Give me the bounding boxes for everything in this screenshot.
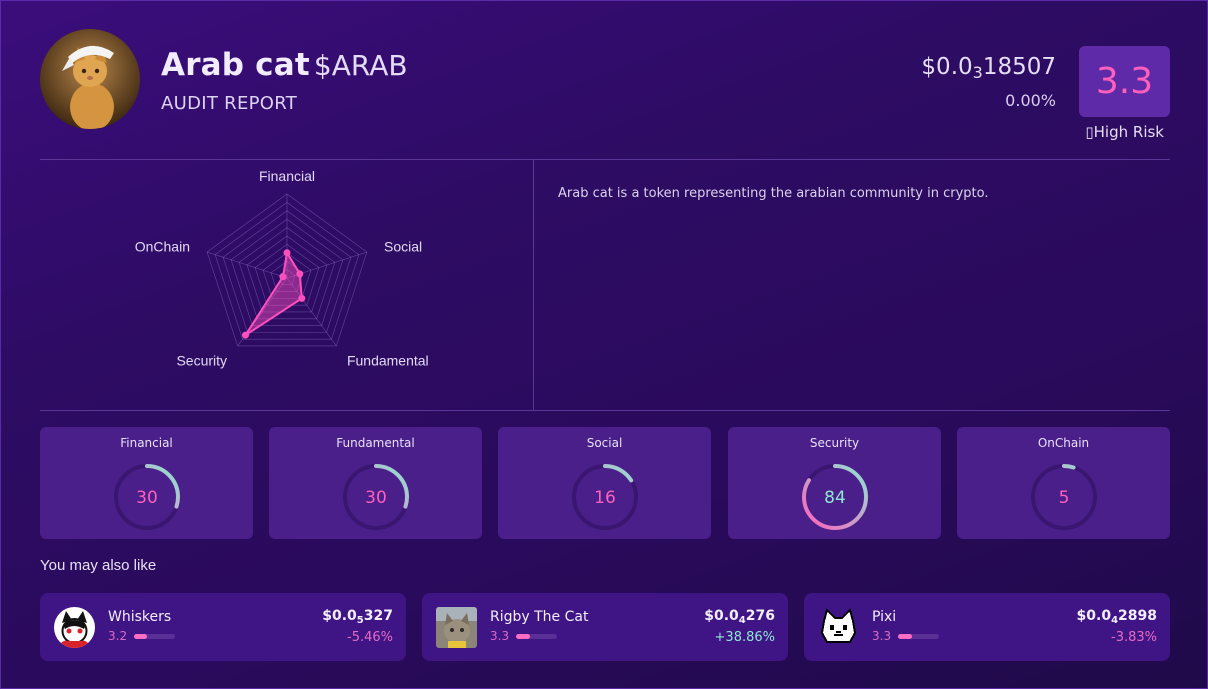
score-gauge: 30 — [343, 464, 409, 530]
radar-axis-label: Social — [384, 238, 422, 254]
recommendation-change: -3.83% — [1111, 630, 1157, 645]
recommendation-name: Pixi — [872, 609, 897, 625]
gauge-value: 5 — [1059, 488, 1070, 508]
radar-axis-label: Fundamental — [347, 353, 429, 369]
score-gauge: 5 — [1031, 464, 1097, 530]
radar-axis-label: Security — [176, 353, 227, 369]
divider — [40, 159, 1170, 160]
token-symbol: $ARAB — [313, 49, 408, 82]
recommendation-score: 3.3 — [490, 629, 510, 643]
recommendation-name: Rigby The Cat — [490, 609, 589, 625]
gauge-value: 16 — [594, 488, 616, 508]
recommendation-score-bar — [516, 634, 557, 639]
risk-label-text: High Risk — [1093, 123, 1164, 141]
recommendation-score-bar-fill — [898, 634, 912, 639]
recommendations-heading: You may also like — [40, 557, 157, 574]
score-card-onchain: OnChain 5 — [957, 427, 1170, 539]
recommendation-score-bar-fill — [134, 634, 148, 639]
overall-score: 3.3 — [1095, 61, 1154, 102]
price-prefix: $0.0 — [921, 54, 973, 80]
token-price: $0.0318507 — [921, 54, 1056, 82]
rigby-token-icon — [436, 607, 477, 648]
price-digits: 327 — [363, 608, 393, 624]
recommendation-name: Whiskers — [108, 609, 172, 625]
recommendation-card-rigby[interactable]: Rigby The Cat 3.3 $0.04276 +38.86% — [422, 593, 788, 661]
overall-score-badge: 3.3 — [1079, 46, 1170, 117]
radar-axis-line — [207, 251, 288, 279]
recommendation-score: 3.2 — [108, 629, 128, 643]
divider — [40, 410, 1170, 411]
score-gauge: 30 — [114, 464, 180, 530]
audit-report-page: Arab cat $ARAB AUDIT REPORT $0.0318507 0.… — [0, 0, 1208, 689]
recommendation-score-bar — [898, 634, 939, 639]
score-card-fundamental: Fundamental 30 — [269, 427, 482, 539]
price-zero-count: 5 — [356, 615, 364, 626]
recommendation-price: $0.05327 — [322, 608, 393, 626]
price-zero-count: 4 — [1111, 615, 1119, 626]
price-prefix: $0.0 — [704, 608, 739, 624]
price-change: 0.00% — [1005, 91, 1056, 110]
recommendation-price: $0.042898 — [1076, 608, 1157, 626]
price-digits: 2898 — [1118, 608, 1157, 624]
radar-data-point — [298, 294, 306, 302]
radar-data-point — [279, 273, 287, 281]
score-card-label: OnChain — [1037, 436, 1090, 450]
score-card-label: Financial — [120, 436, 173, 450]
radar-data-point — [283, 249, 291, 257]
radar-series-area — [244, 249, 303, 336]
token-avatar — [40, 29, 140, 129]
radar-data-point — [242, 331, 250, 339]
gauge-value: 30 — [365, 488, 387, 508]
token-name: Arab cat — [161, 47, 310, 83]
recommendation-score-bar-fill — [516, 634, 530, 639]
radar-axis-label: Financial — [259, 168, 315, 184]
radar-data-point — [296, 270, 304, 278]
score-card-label: Fundamental — [336, 436, 415, 450]
radar-chart: Financial Social Fundamental Security OnChai… — [135, 168, 429, 369]
score-card-label: Security — [809, 436, 860, 450]
risk-icon: ▯ — [1085, 123, 1094, 141]
whiskers-token-icon — [54, 607, 95, 648]
recommendation-card-whiskers[interactable]: Whiskers 3.2 $0.05327 -5.46% — [40, 593, 406, 661]
report-subtitle: AUDIT REPORT — [161, 93, 298, 114]
risk-label: ▯High Risk — [1085, 123, 1164, 141]
price-digits: 18507 — [982, 54, 1056, 80]
score-card-social: Social 16 — [498, 427, 711, 539]
token-description: Arab cat is a token representing the ara… — [558, 186, 989, 201]
recommendation-change: +38.86% — [714, 630, 775, 645]
score-gauge: 16 — [572, 464, 638, 530]
gauge-value: 30 — [136, 488, 158, 508]
recommendation-card-pixi[interactable]: Pixi 3.3 $0.042898 -3.83% — [804, 593, 1170, 661]
score-card-security: Security 84 — [728, 427, 941, 539]
price-zero-count: 4 — [738, 615, 746, 626]
gauge-value: 84 — [824, 488, 846, 508]
radar-axis-label: OnChain — [135, 238, 190, 254]
score-card-financial: Financial 30 — [40, 427, 253, 539]
score-gauge: 84 — [802, 464, 868, 530]
price-prefix: $0.0 — [1076, 608, 1112, 624]
divider-vertical — [533, 160, 534, 410]
pixi-token-icon — [818, 607, 859, 648]
price-digits: 276 — [745, 608, 775, 624]
recommendation-price: $0.04276 — [704, 608, 775, 626]
recommendation-score: 3.3 — [872, 629, 892, 643]
price-prefix: $0.0 — [322, 608, 357, 624]
score-card-label: Social — [586, 436, 623, 450]
recommendation-change: -5.46% — [347, 630, 393, 645]
token-title: Arab cat $ARAB — [161, 47, 408, 83]
recommendation-score-bar — [134, 634, 175, 639]
price-zero-count: 3 — [972, 63, 983, 82]
